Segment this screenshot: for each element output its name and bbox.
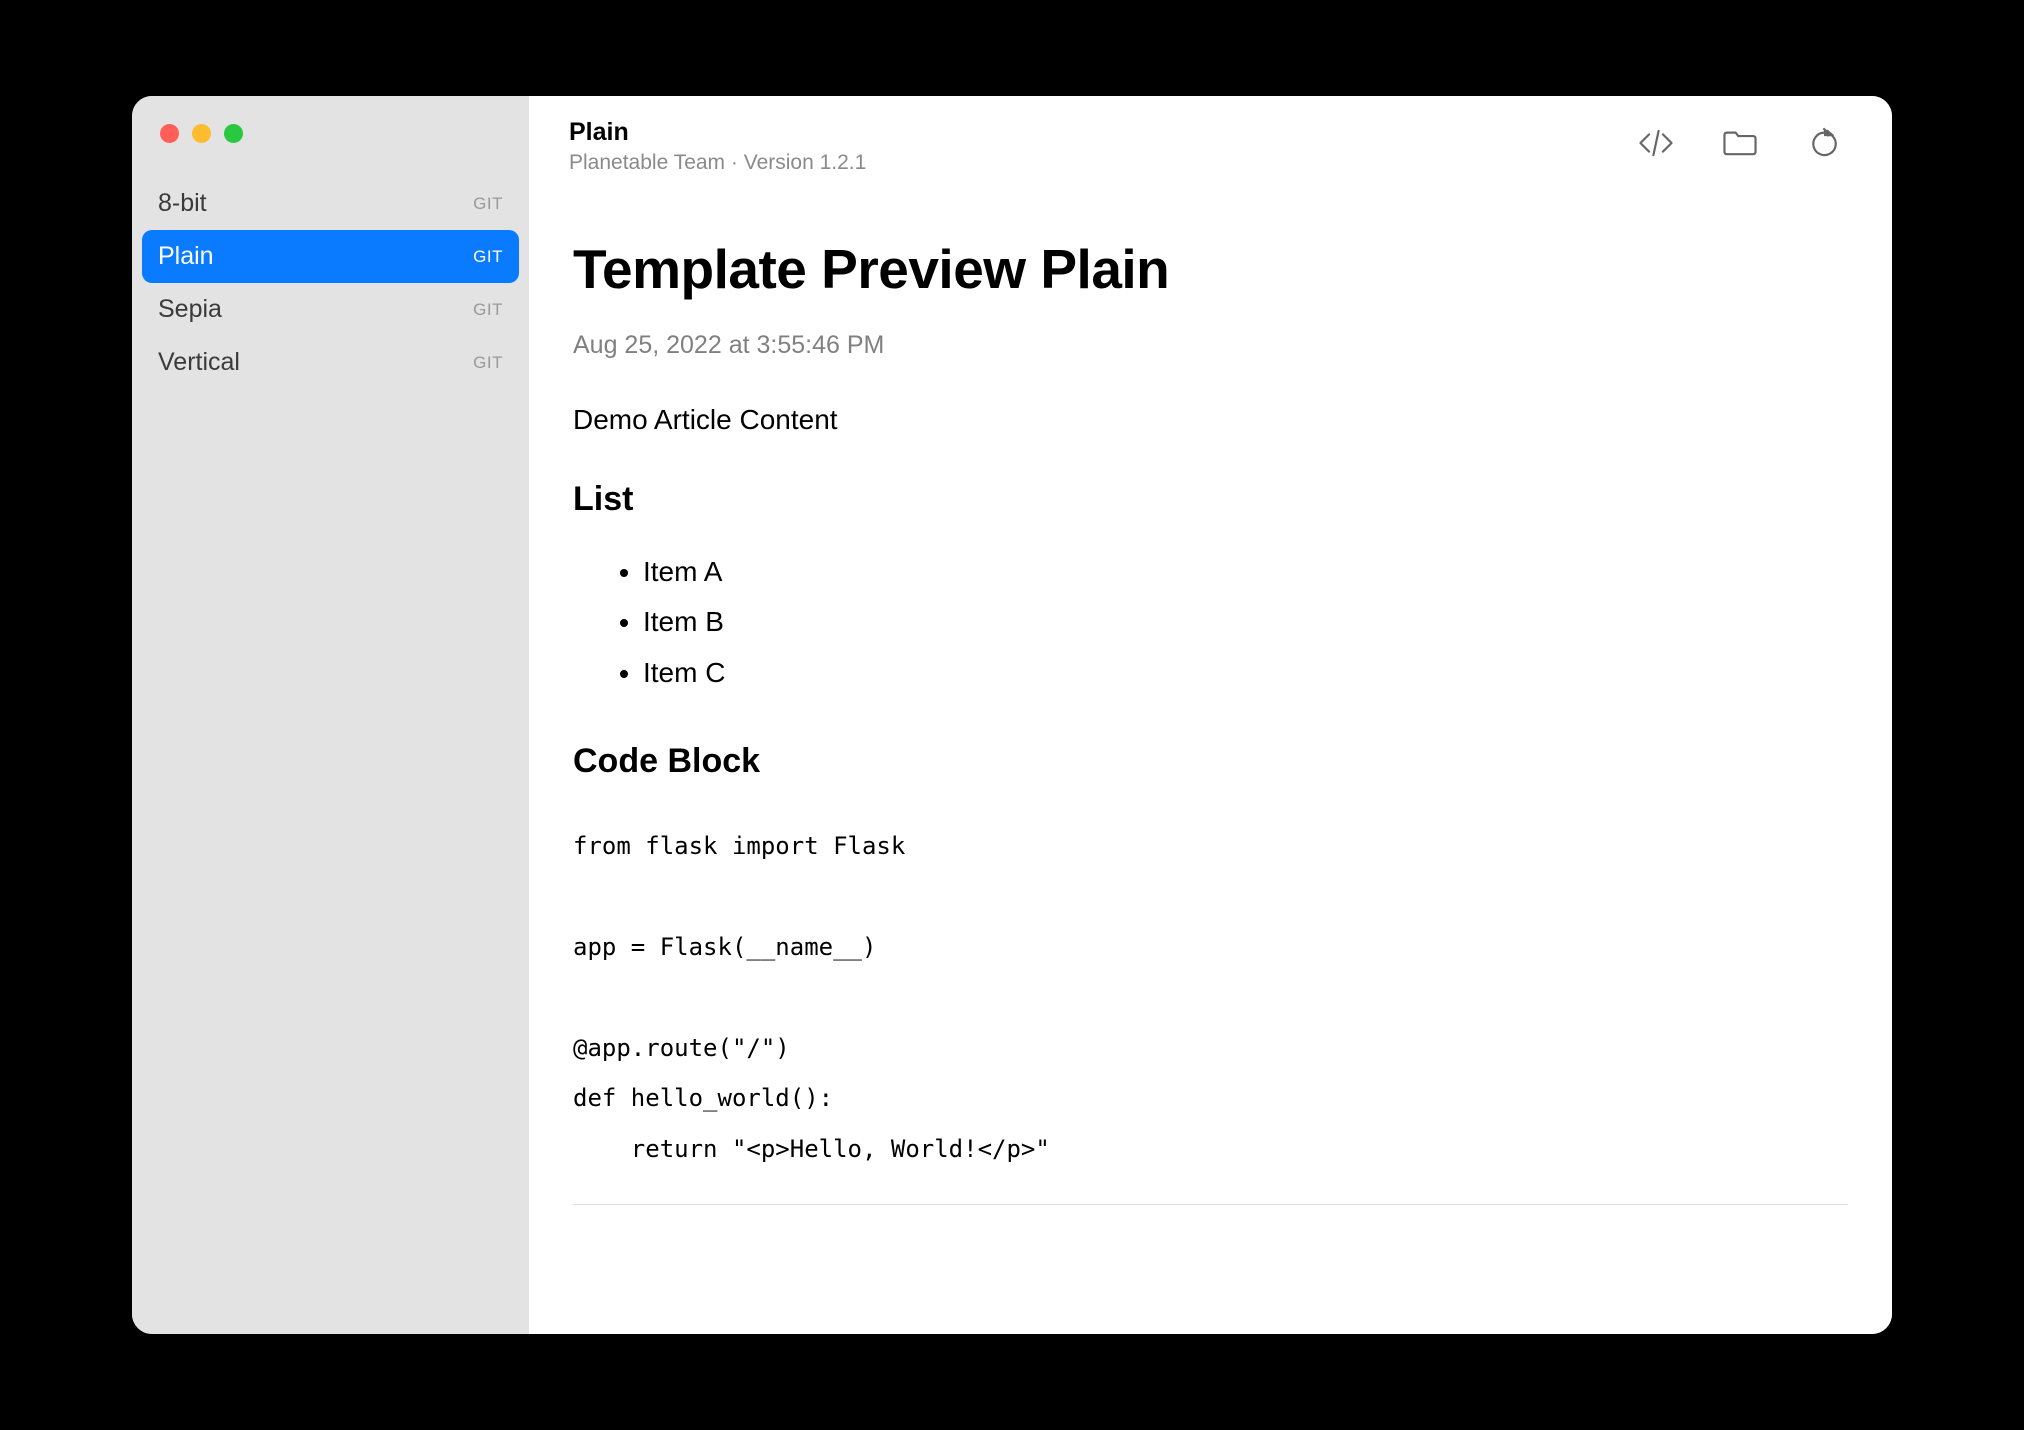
git-badge: GIT [473,194,503,214]
article-date: Aug 25, 2022 at 3:55:46 PM [573,331,1848,360]
template-name: Plain [569,118,1636,147]
list-item: Item A [643,547,1848,597]
article-list: Item A Item B Item C [573,547,1848,698]
sidebar-item-vertical[interactable]: Vertical GIT [142,336,519,389]
sidebar-item-label: Sepia [158,295,222,324]
git-badge: GIT [473,247,503,267]
toolbar-actions [1636,118,1852,160]
template-meta: Planetable Team · Version 1.2.1 [569,151,1636,175]
toolbar-title-area: Plain Planetable Team · Version 1.2.1 [569,118,1636,175]
code-icon [1637,127,1675,159]
sidebar-item-8bit[interactable]: 8-bit GIT [142,177,519,230]
code-block: from flask import Flask app = Flask(__na… [573,821,1848,1205]
code-heading: Code Block [573,742,1848,781]
refresh-icon [1805,127,1843,159]
toolbar: Plain Planetable Team · Version 1.2.1 [529,96,1892,187]
sidebar-item-label: Vertical [158,348,240,377]
code-button[interactable] [1636,126,1676,160]
sidebar-item-sepia[interactable]: Sepia GIT [142,283,519,336]
sidebar-item-plain[interactable]: Plain GIT [142,230,519,283]
folder-button[interactable] [1720,126,1760,160]
folder-icon [1721,127,1759,159]
preview-content: Template Preview Plain Aug 25, 2022 at 3… [529,187,1892,1334]
git-badge: GIT [473,300,503,320]
sidebar-item-label: Plain [158,242,214,271]
sidebar: 8-bit GIT Plain GIT Sepia GIT Vertical G… [132,96,529,1334]
app-window: 8-bit GIT Plain GIT Sepia GIT Vertical G… [132,96,1892,1334]
refresh-button[interactable] [1804,126,1844,160]
main-pane: Plain Planetable Team · Version 1.2.1 [529,96,1892,1334]
maximize-window-button[interactable] [224,124,243,143]
list-item: Item C [643,648,1848,698]
list-item: Item B [643,597,1848,647]
article-intro: Demo Article Content [573,404,1848,436]
minimize-window-button[interactable] [192,124,211,143]
list-heading: List [573,480,1848,519]
window-controls [132,96,529,177]
sidebar-item-label: 8-bit [158,189,207,218]
article-title: Template Preview Plain [573,237,1848,301]
git-badge: GIT [473,353,503,373]
template-list: 8-bit GIT Plain GIT Sepia GIT Vertical G… [132,177,529,389]
close-window-button[interactable] [160,124,179,143]
